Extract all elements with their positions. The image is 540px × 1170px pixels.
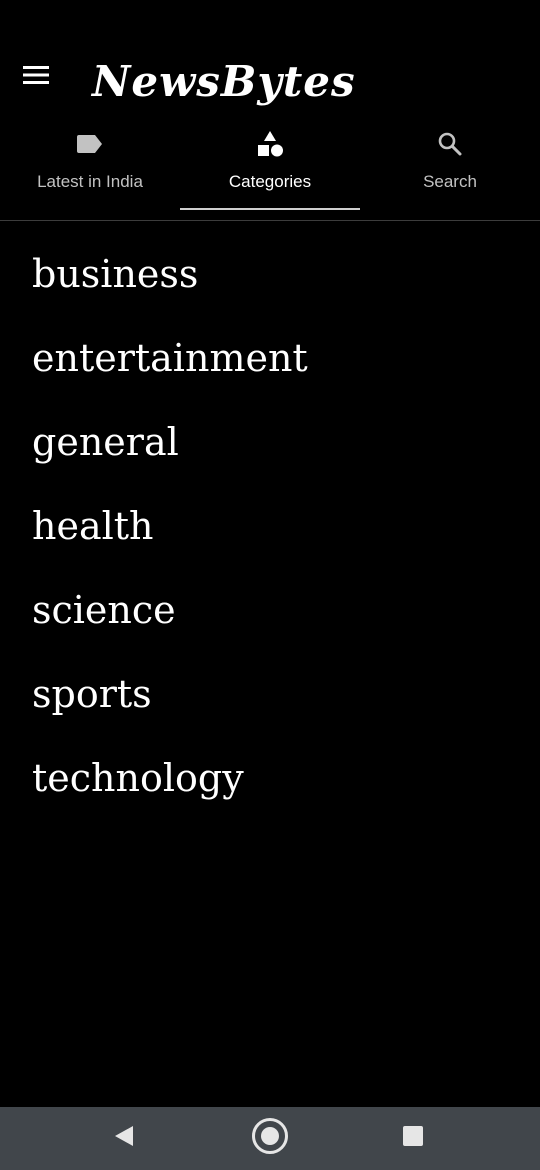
active-tab-indicator bbox=[180, 208, 360, 210]
tab-bar: Latest in India Categories Search bbox=[0, 120, 540, 220]
tab-categories[interactable]: Categories bbox=[180, 120, 360, 220]
recents-icon bbox=[402, 1125, 424, 1152]
category-item-health[interactable]: health bbox=[0, 484, 540, 568]
category-item-general[interactable]: general bbox=[0, 400, 540, 484]
tab-categories-label: Categories bbox=[228, 172, 312, 191]
tab-search[interactable]: Search bbox=[360, 120, 540, 220]
category-item-sports[interactable]: sports bbox=[0, 652, 540, 736]
category-item-technology[interactable]: technology bbox=[0, 736, 540, 820]
shapes-icon bbox=[256, 130, 284, 158]
back-icon bbox=[113, 1124, 135, 1153]
category-item-science[interactable]: science bbox=[0, 568, 540, 652]
category-item-business[interactable]: business bbox=[0, 232, 540, 316]
search-icon bbox=[436, 130, 464, 158]
category-list: business entertainment general health sc… bbox=[0, 232, 540, 820]
category-item-entertainment[interactable]: entertainment bbox=[0, 316, 540, 400]
hamburger-menu-icon bbox=[23, 65, 49, 90]
home-button[interactable] bbox=[230, 1107, 310, 1170]
menu-button[interactable] bbox=[14, 55, 58, 99]
tab-latest-in-india[interactable]: Latest in India bbox=[0, 120, 180, 220]
app-bar: NewsBytes bbox=[0, 0, 540, 120]
recents-button[interactable] bbox=[373, 1107, 453, 1170]
back-button[interactable] bbox=[84, 1107, 164, 1170]
system-navigation-bar bbox=[0, 1107, 540, 1170]
home-icon bbox=[251, 1117, 289, 1160]
app-title: NewsBytes bbox=[92, 57, 356, 106]
label-tag-icon bbox=[76, 130, 104, 158]
tab-latest-in-india-label: Latest in India bbox=[37, 172, 143, 191]
tab-search-label: Search bbox=[423, 172, 477, 191]
tab-divider bbox=[0, 220, 540, 221]
